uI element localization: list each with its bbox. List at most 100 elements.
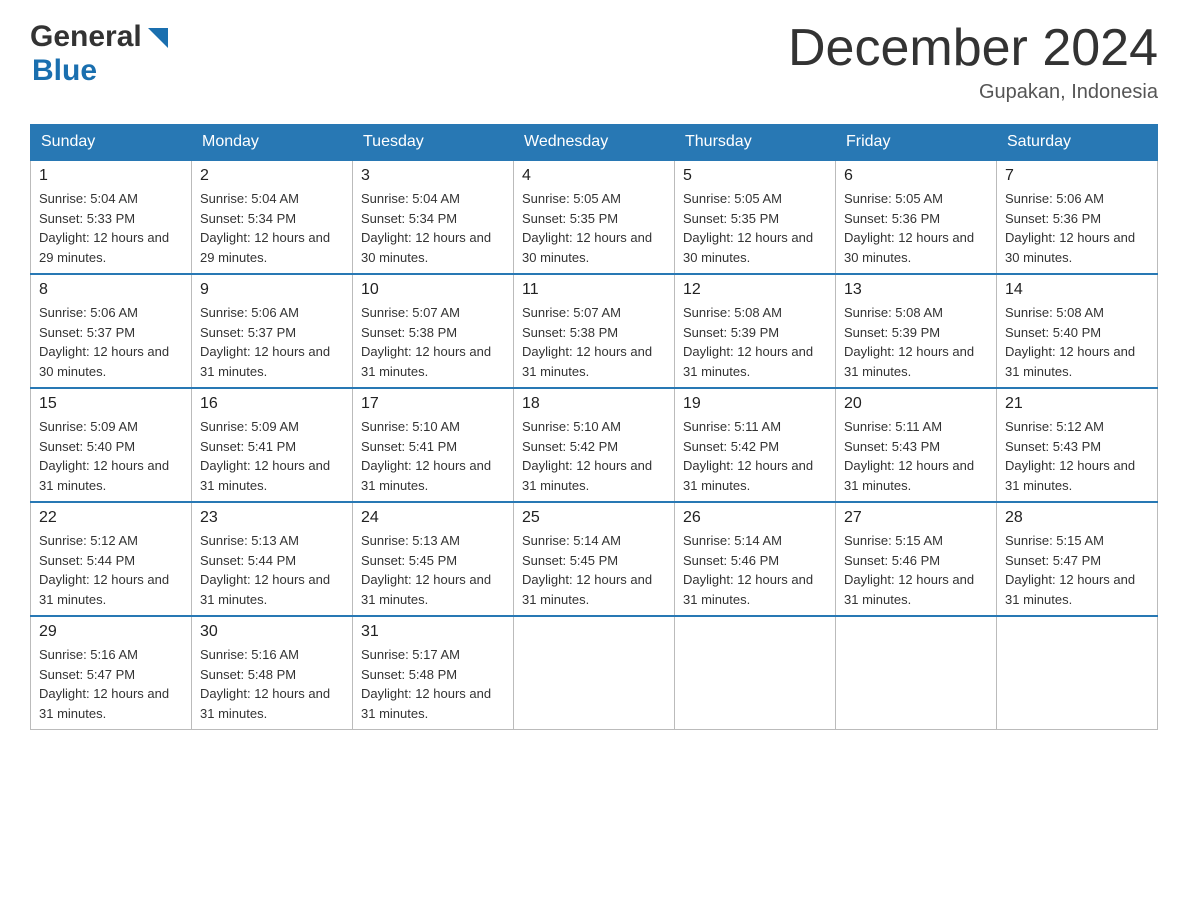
day-number: 26 [683,509,827,527]
day-info: Sunrise: 5:06 AMSunset: 5:36 PMDaylight:… [1005,189,1149,267]
table-row: 15 Sunrise: 5:09 AMSunset: 5:40 PMDaylig… [31,388,192,502]
day-number: 31 [361,623,505,641]
day-number: 15 [39,395,183,413]
table-row: 28 Sunrise: 5:15 AMSunset: 5:47 PMDaylig… [997,502,1158,616]
day-number: 21 [1005,395,1149,413]
table-row: 21 Sunrise: 5:12 AMSunset: 5:43 PMDaylig… [997,388,1158,502]
day-number: 9 [200,281,344,299]
day-info: Sunrise: 5:10 AMSunset: 5:41 PMDaylight:… [361,417,505,495]
table-row: 4 Sunrise: 5:05 AMSunset: 5:35 PMDayligh… [514,160,675,274]
table-row: 6 Sunrise: 5:05 AMSunset: 5:36 PMDayligh… [836,160,997,274]
day-number: 14 [1005,281,1149,299]
day-number: 30 [200,623,344,641]
day-info: Sunrise: 5:09 AMSunset: 5:40 PMDaylight:… [39,417,183,495]
day-info: Sunrise: 5:16 AMSunset: 5:47 PMDaylight:… [39,645,183,723]
day-info: Sunrise: 5:12 AMSunset: 5:44 PMDaylight:… [39,531,183,609]
day-info: Sunrise: 5:09 AMSunset: 5:41 PMDaylight:… [200,417,344,495]
table-row: 29 Sunrise: 5:16 AMSunset: 5:47 PMDaylig… [31,616,192,730]
day-number: 8 [39,281,183,299]
table-row: 11 Sunrise: 5:07 AMSunset: 5:38 PMDaylig… [514,274,675,388]
table-row [836,616,997,730]
day-info: Sunrise: 5:12 AMSunset: 5:43 PMDaylight:… [1005,417,1149,495]
table-row: 5 Sunrise: 5:05 AMSunset: 5:35 PMDayligh… [675,160,836,274]
day-number: 24 [361,509,505,527]
col-saturday: Saturday [997,125,1158,161]
table-row: 26 Sunrise: 5:14 AMSunset: 5:46 PMDaylig… [675,502,836,616]
day-number: 18 [522,395,666,413]
day-number: 6 [844,167,988,185]
table-row: 3 Sunrise: 5:04 AMSunset: 5:34 PMDayligh… [353,160,514,274]
day-number: 19 [683,395,827,413]
table-row: 7 Sunrise: 5:06 AMSunset: 5:36 PMDayligh… [997,160,1158,274]
day-number: 4 [522,167,666,185]
table-row: 14 Sunrise: 5:08 AMSunset: 5:40 PMDaylig… [997,274,1158,388]
calendar-header-row: Sunday Monday Tuesday Wednesday Thursday… [31,125,1158,161]
day-info: Sunrise: 5:14 AMSunset: 5:46 PMDaylight:… [683,531,827,609]
day-info: Sunrise: 5:04 AMSunset: 5:34 PMDaylight:… [361,189,505,267]
month-title: December 2024 [788,20,1158,77]
table-row: 16 Sunrise: 5:09 AMSunset: 5:41 PMDaylig… [192,388,353,502]
table-row: 25 Sunrise: 5:14 AMSunset: 5:45 PMDaylig… [514,502,675,616]
day-info: Sunrise: 5:05 AMSunset: 5:36 PMDaylight:… [844,189,988,267]
table-row: 22 Sunrise: 5:12 AMSunset: 5:44 PMDaylig… [31,502,192,616]
day-info: Sunrise: 5:04 AMSunset: 5:34 PMDaylight:… [200,189,344,267]
day-number: 16 [200,395,344,413]
title-area: December 2024 Gupakan, Indonesia [788,20,1158,104]
day-number: 29 [39,623,183,641]
day-number: 12 [683,281,827,299]
day-number: 13 [844,281,988,299]
day-info: Sunrise: 5:07 AMSunset: 5:38 PMDaylight:… [522,303,666,381]
table-row: 27 Sunrise: 5:15 AMSunset: 5:46 PMDaylig… [836,502,997,616]
day-info: Sunrise: 5:07 AMSunset: 5:38 PMDaylight:… [361,303,505,381]
day-number: 1 [39,167,183,185]
table-row: 31 Sunrise: 5:17 AMSunset: 5:48 PMDaylig… [353,616,514,730]
logo: General Blue [30,20,172,88]
day-number: 5 [683,167,827,185]
table-row: 24 Sunrise: 5:13 AMSunset: 5:45 PMDaylig… [353,502,514,616]
day-number: 11 [522,281,666,299]
day-number: 2 [200,167,344,185]
calendar-week-3: 15 Sunrise: 5:09 AMSunset: 5:40 PMDaylig… [31,388,1158,502]
col-thursday: Thursday [675,125,836,161]
table-row [514,616,675,730]
day-number: 10 [361,281,505,299]
day-info: Sunrise: 5:06 AMSunset: 5:37 PMDaylight:… [200,303,344,381]
table-row: 20 Sunrise: 5:11 AMSunset: 5:43 PMDaylig… [836,388,997,502]
logo-triangle-icon [144,24,172,52]
calendar-week-2: 8 Sunrise: 5:06 AMSunset: 5:37 PMDayligh… [31,274,1158,388]
calendar-week-5: 29 Sunrise: 5:16 AMSunset: 5:47 PMDaylig… [31,616,1158,730]
col-sunday: Sunday [31,125,192,161]
day-number: 27 [844,509,988,527]
day-number: 17 [361,395,505,413]
col-wednesday: Wednesday [514,125,675,161]
day-info: Sunrise: 5:08 AMSunset: 5:40 PMDaylight:… [1005,303,1149,381]
day-number: 23 [200,509,344,527]
page-header: General Blue December 2024 Gupakan, Indo… [30,20,1158,104]
day-info: Sunrise: 5:11 AMSunset: 5:42 PMDaylight:… [683,417,827,495]
day-info: Sunrise: 5:10 AMSunset: 5:42 PMDaylight:… [522,417,666,495]
day-info: Sunrise: 5:15 AMSunset: 5:47 PMDaylight:… [1005,531,1149,609]
day-info: Sunrise: 5:08 AMSunset: 5:39 PMDaylight:… [683,303,827,381]
table-row: 30 Sunrise: 5:16 AMSunset: 5:48 PMDaylig… [192,616,353,730]
day-number: 25 [522,509,666,527]
day-number: 7 [1005,167,1149,185]
table-row: 8 Sunrise: 5:06 AMSunset: 5:37 PMDayligh… [31,274,192,388]
logo-general-text: General [30,20,142,54]
table-row: 9 Sunrise: 5:06 AMSunset: 5:37 PMDayligh… [192,274,353,388]
calendar-week-4: 22 Sunrise: 5:12 AMSunset: 5:44 PMDaylig… [31,502,1158,616]
table-row: 1 Sunrise: 5:04 AMSunset: 5:33 PMDayligh… [31,160,192,274]
day-number: 3 [361,167,505,185]
table-row: 10 Sunrise: 5:07 AMSunset: 5:38 PMDaylig… [353,274,514,388]
day-number: 28 [1005,509,1149,527]
table-row: 19 Sunrise: 5:11 AMSunset: 5:42 PMDaylig… [675,388,836,502]
calendar-week-1: 1 Sunrise: 5:04 AMSunset: 5:33 PMDayligh… [31,160,1158,274]
day-info: Sunrise: 5:17 AMSunset: 5:48 PMDaylight:… [361,645,505,723]
calendar-table: Sunday Monday Tuesday Wednesday Thursday… [30,124,1158,730]
day-number: 20 [844,395,988,413]
table-row: 23 Sunrise: 5:13 AMSunset: 5:44 PMDaylig… [192,502,353,616]
day-info: Sunrise: 5:11 AMSunset: 5:43 PMDaylight:… [844,417,988,495]
day-info: Sunrise: 5:15 AMSunset: 5:46 PMDaylight:… [844,531,988,609]
table-row: 18 Sunrise: 5:10 AMSunset: 5:42 PMDaylig… [514,388,675,502]
day-info: Sunrise: 5:08 AMSunset: 5:39 PMDaylight:… [844,303,988,381]
day-info: Sunrise: 5:06 AMSunset: 5:37 PMDaylight:… [39,303,183,381]
